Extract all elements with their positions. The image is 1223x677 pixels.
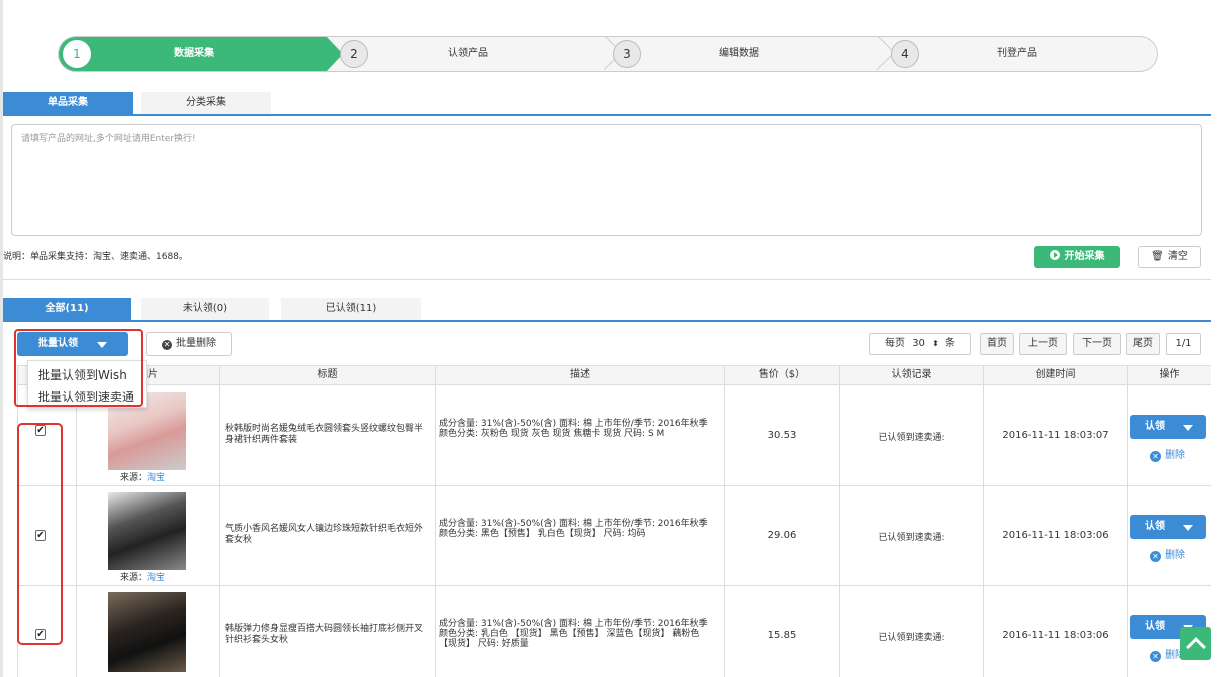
product-title[interactable]: 秋韩版时尚名媛兔绒毛衣圆领套头竖纹螺纹包臀半身裙针织两件套装 xyxy=(225,424,425,446)
delete-link[interactable]: ✕ 删除 xyxy=(1150,446,1185,462)
caret-down-icon xyxy=(1183,425,1193,431)
next-page-button[interactable]: 下一页 xyxy=(1073,333,1121,355)
trash-icon: 🗑 xyxy=(1151,251,1164,262)
product-title[interactable]: 气质小香风名媛风女人镶边珍珠短款针织毛衣短外套女秋 xyxy=(225,524,425,546)
per-page-suffix: 条 xyxy=(945,338,955,349)
step-separator-icon xyxy=(862,37,888,71)
close-circle-icon: ✕ xyxy=(1150,451,1161,462)
source-link[interactable]: 淘宝 xyxy=(147,573,165,583)
prev-page-button[interactable]: 上一页 xyxy=(1019,333,1067,355)
batch-delete-label: 批量删除 xyxy=(176,338,216,349)
step-4-number: 4 xyxy=(891,40,919,68)
step-3[interactable]: 3 编辑数据 xyxy=(613,37,853,71)
step-2-label: 认领产品 xyxy=(448,48,488,59)
back-to-top-button[interactable] xyxy=(1180,627,1211,660)
col-title: 标题 xyxy=(317,369,338,380)
product-image[interactable] xyxy=(108,492,186,570)
product-price: 30.53 xyxy=(767,430,797,441)
col-created: 创建时间 xyxy=(1035,369,1076,380)
step-progress: 1 数据采集 2 认领产品 3 编辑数据 4 刊登产品 xyxy=(58,36,1158,72)
step-3-number: 3 xyxy=(613,40,641,68)
step-2[interactable]: 2 认领产品 xyxy=(340,37,580,71)
tab-single-collect[interactable]: 单品采集 xyxy=(3,92,133,114)
claim-button[interactable]: 认领 xyxy=(1130,515,1206,539)
step-1-number: 1 xyxy=(63,40,91,68)
select-arrows-icon: ⬍ xyxy=(932,339,939,348)
claim-record: 已认领到速卖通: xyxy=(878,633,945,643)
step-4[interactable]: 4 刊登产品 xyxy=(891,37,1131,71)
tab-unclaimed[interactable]: 未认领(0) xyxy=(141,298,269,320)
claim-record: 已认领到速卖通: xyxy=(878,433,945,443)
divider xyxy=(3,279,1211,280)
batch-delete-button[interactable]: ✕ 批量删除 xyxy=(146,332,232,356)
close-circle-icon: ✕ xyxy=(162,340,172,350)
url-input[interactable]: 请填写产品的网址,多个网址请用Enter换行! xyxy=(11,124,1202,236)
highlight-box xyxy=(17,423,63,645)
play-icon xyxy=(1049,250,1060,260)
table-row: ✔ 来源：淘宝 气质小香风名媛风女人镶边珍珠短款针织毛衣短外套女秋 成分含量: … xyxy=(17,486,1211,586)
delete-link[interactable]: ✕ 删除 xyxy=(1150,546,1185,562)
close-circle-icon: ✕ xyxy=(1150,551,1161,562)
product-desc: 成分含量: 31%(含)-50%(含) 面料: 棉 上市年份/季节: 2016年… xyxy=(439,519,708,539)
product-title[interactable]: 韩版弹力修身显瘦百搭大码圆领长袖打底衫侧开叉针织衫套头女秋 xyxy=(225,624,425,646)
product-source: 来源：淘宝 xyxy=(120,570,165,583)
claim-record: 已认领到速卖通: xyxy=(878,533,945,543)
start-collect-button[interactable]: 开始采集 xyxy=(1034,246,1120,268)
step-4-label: 刊登产品 xyxy=(997,48,1037,59)
per-page-prefix: 每页 xyxy=(885,338,905,349)
created-time: 2016-11-11 18:03:06 xyxy=(1002,630,1109,641)
product-source: 来源：淘宝 xyxy=(120,470,165,483)
product-desc: 成分含量: 31%(含)-50%(含) 面料: 棉 上市年份/季节: 2016年… xyxy=(439,619,708,649)
clear-button[interactable]: 🗑 清空 xyxy=(1138,246,1201,268)
table-row: ✔ 来源：淘宝 秋韩版时尚名媛兔绒毛衣圆领套头竖纹螺纹包臀半身裙针织两件套装 成… xyxy=(17,386,1211,486)
support-note: 说明：单品采集支持：淘宝、速卖通、1688。 xyxy=(3,252,188,262)
claim-label: 认领 xyxy=(1145,421,1165,432)
last-page-button[interactable]: 尾页 xyxy=(1126,333,1160,355)
step-separator-icon xyxy=(589,37,615,71)
page: 1 数据采集 2 认领产品 3 编辑数据 4 刊登产品 单品采集 分类采集 请填… xyxy=(0,0,1223,677)
close-circle-icon: ✕ xyxy=(1150,651,1161,662)
claim-button[interactable]: 认领 xyxy=(1130,415,1206,439)
caret-down-icon xyxy=(1183,525,1193,531)
claim-label: 认领 xyxy=(1145,621,1165,632)
product-image[interactable] xyxy=(108,592,186,672)
tab-claimed[interactable]: 已认领(11) xyxy=(281,298,421,320)
product-desc: 成分含量: 31%(含)-50%(含) 面料: 棉 上市年份/季节: 2016年… xyxy=(439,419,708,439)
step-3-label: 编辑数据 xyxy=(719,48,759,59)
table-header: 图片 标题 描述 售价（$） 认领记录 创建时间 操作 xyxy=(17,365,1211,385)
collect-tabs: 单品采集 分类采集 xyxy=(3,92,1211,116)
step-1[interactable]: 1 数据采集 xyxy=(63,37,323,71)
col-record: 认领记录 xyxy=(891,369,932,380)
highlight-box xyxy=(14,329,143,407)
source-label: 来源： xyxy=(120,573,148,583)
table-row: ✔ 韩版弹力修身显瘦百搭大码圆领长袖打底衫侧开叉针织衫套头女秋 成分含量: 31… xyxy=(17,586,1211,677)
source-link[interactable]: 淘宝 xyxy=(147,473,165,483)
per-page-select[interactable]: 每页 30 ⬍ 条 xyxy=(869,333,971,355)
source-label: 来源： xyxy=(120,473,148,483)
clear-label: 清空 xyxy=(1167,251,1188,262)
tab-category-collect[interactable]: 分类采集 xyxy=(141,92,271,114)
created-time: 2016-11-11 18:03:07 xyxy=(1002,430,1109,441)
start-collect-label: 开始采集 xyxy=(1064,251,1105,262)
delete-label: 删除 xyxy=(1165,450,1185,461)
product-price: 29.06 xyxy=(767,530,797,541)
tab-all[interactable]: 全部(11) xyxy=(3,298,131,320)
product-price: 15.85 xyxy=(767,630,797,641)
col-price: 售价（$） xyxy=(758,369,806,380)
page-indicator: 1/1 xyxy=(1166,333,1201,355)
first-page-button[interactable]: 首页 xyxy=(980,333,1014,355)
filter-tabs: 全部(11) 未认领(0) 已认领(11) xyxy=(3,298,1211,322)
per-page-value: 30 xyxy=(912,338,925,349)
delete-label: 删除 xyxy=(1165,550,1185,561)
created-time: 2016-11-11 18:03:06 xyxy=(1002,530,1109,541)
col-desc: 描述 xyxy=(570,369,590,380)
step-2-number: 2 xyxy=(340,40,368,68)
claim-label: 认领 xyxy=(1145,521,1165,532)
col-actions: 操作 xyxy=(1159,369,1180,380)
step-1-label: 数据采集 xyxy=(174,48,214,59)
